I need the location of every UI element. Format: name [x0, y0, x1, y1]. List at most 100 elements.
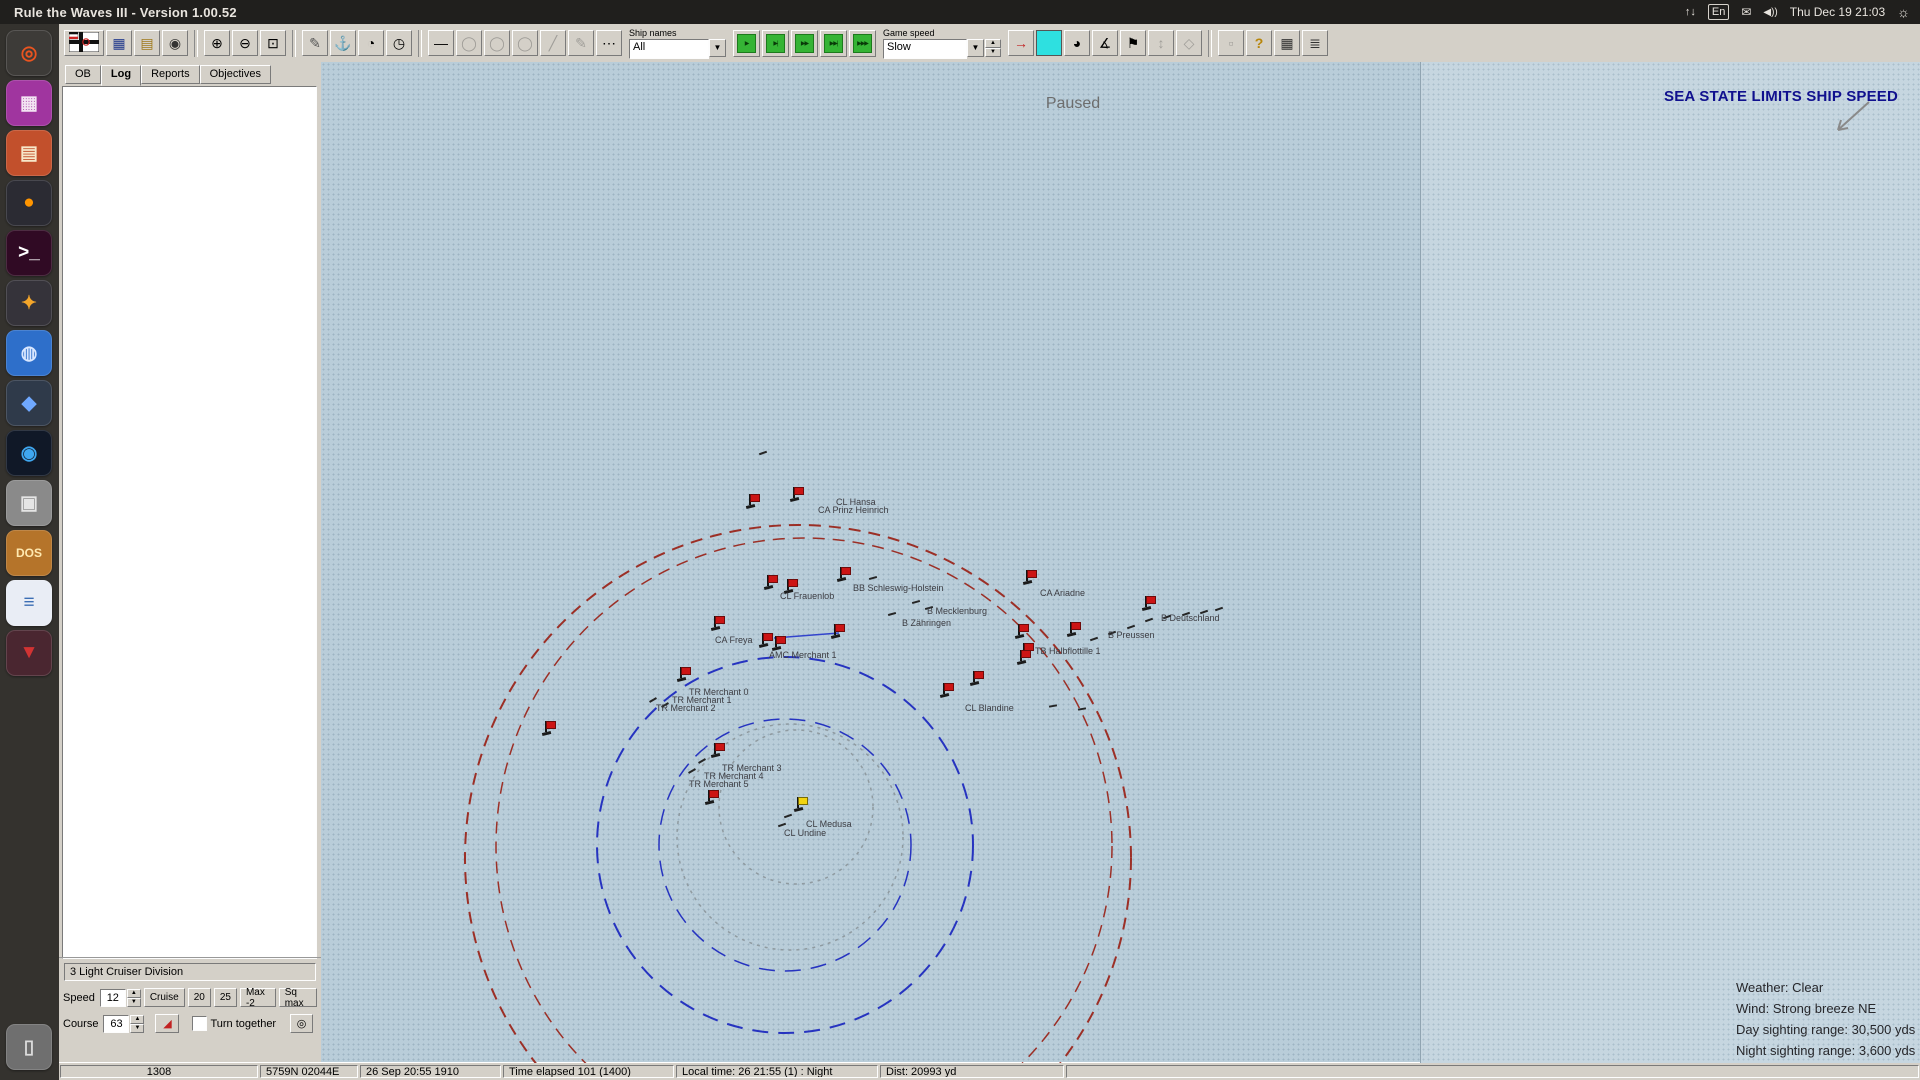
zoom-out-button[interactable]: ⊖: [232, 30, 258, 56]
speed-stepper[interactable]: 12 ▲ ▼: [99, 988, 141, 1007]
ship-red-flag[interactable]: [1070, 622, 1081, 634]
ship-red-flag[interactable]: [1026, 570, 1037, 582]
wine-icon[interactable]: ▼: [6, 630, 52, 676]
file-cabinet-icon[interactable]: ▤: [6, 130, 52, 176]
ship-red-flag[interactable]: [708, 790, 719, 802]
ship-red-flag[interactable]: [775, 636, 786, 648]
camera-button[interactable]: ◉: [162, 30, 188, 56]
speed-up-icon[interactable]: ▲: [126, 988, 141, 998]
calculator-button[interactable]: ▦: [1274, 30, 1300, 56]
chevron-down-icon[interactable]: ▼: [709, 38, 726, 57]
time-step-button-5[interactable]: ▶▶▶: [849, 29, 876, 57]
chevron-down-icon[interactable]: ▼: [967, 38, 984, 57]
sea-color-swatch[interactable]: [1036, 30, 1062, 56]
dosbox-icon[interactable]: DOS: [6, 530, 52, 576]
german-ensign-button[interactable]: [64, 30, 104, 56]
software-center-icon[interactable]: ✦: [6, 280, 52, 326]
ship-red-flag[interactable]: [793, 487, 804, 499]
game-speed-stepper[interactable]: ▲ ▼: [985, 38, 1001, 59]
course-stepper[interactable]: 63 ▲ ▼: [103, 1014, 145, 1033]
tab-objectives[interactable]: Objectives: [199, 65, 271, 84]
help-button[interactable]: ?: [1246, 30, 1272, 56]
ship-red-flag[interactable]: [680, 667, 691, 679]
tab-reports[interactable]: Reports: [141, 65, 200, 84]
ship-red-flag[interactable]: [714, 743, 725, 755]
print-button[interactable]: ≣: [1302, 30, 1328, 56]
text-editor-icon[interactable]: ≡: [6, 580, 52, 626]
course-down-icon[interactable]: ▼: [130, 1023, 145, 1033]
ship-red-flag[interactable]: [787, 579, 798, 591]
time-step-button-3[interactable]: ▶▶: [791, 29, 818, 57]
formation-button-1[interactable]: ↕: [1148, 30, 1174, 56]
ship-names-select[interactable]: All ▼: [629, 38, 726, 59]
circle-button-3[interactable]: ◯: [512, 30, 538, 56]
tab-log[interactable]: Log: [100, 65, 142, 86]
ship-red-flag[interactable]: [749, 494, 760, 506]
ship-red-flag[interactable]: [767, 575, 778, 587]
set-course-button[interactable]: ◢: [155, 1014, 180, 1033]
circle-button-2[interactable]: ◯: [484, 30, 510, 56]
advance-turn-button[interactable]: →: [1008, 30, 1034, 56]
ship-red-flag[interactable]: [1018, 624, 1029, 636]
flag-plot-button[interactable]: ⚑: [1120, 30, 1146, 56]
ship-red-flag[interactable]: [943, 683, 954, 695]
clock-button[interactable]: ◔: [358, 30, 384, 56]
mail-icon[interactable]: ✉: [1741, 5, 1751, 19]
zoom-area-button[interactable]: ⊡: [260, 30, 286, 56]
trash-icon[interactable]: ▯: [6, 1024, 52, 1070]
ship-red-flag[interactable]: [545, 721, 556, 733]
firefox-icon[interactable]: ●: [6, 180, 52, 226]
app-purple-icon[interactable]: ▦: [6, 80, 52, 126]
keyboard-indicator[interactable]: En: [1707, 4, 1730, 20]
keyring-icon[interactable]: ◉: [6, 430, 52, 476]
pencil-button[interactable]: ✎: [568, 30, 594, 56]
time-step-button-1[interactable]: ▶: [733, 29, 760, 57]
log-pad-button[interactable]: ▤: [134, 30, 160, 56]
ship-red-flag[interactable]: [762, 633, 773, 645]
minus-button[interactable]: —: [428, 30, 454, 56]
terminal-icon[interactable]: >_: [6, 230, 52, 276]
speed-down-icon[interactable]: ▼: [126, 997, 141, 1007]
dash-icon[interactable]: ◎: [6, 30, 52, 76]
protractor-button[interactable]: ∡: [1092, 30, 1118, 56]
stopwatch-button[interactable]: ◕: [1064, 30, 1090, 56]
archive-icon[interactable]: ▣: [6, 480, 52, 526]
virtualbox-icon[interactable]: ◆: [6, 380, 52, 426]
log-content[interactable]: [62, 86, 317, 959]
tab-ob[interactable]: OB: [65, 65, 101, 84]
network-arrows-icon[interactable]: ↑↓: [1685, 6, 1696, 18]
ship-red-flag[interactable]: [714, 616, 725, 628]
time-step-button-4[interactable]: ▶▶|: [820, 29, 847, 57]
ship-red-flag[interactable]: [840, 567, 851, 579]
zoom-in-button[interactable]: ⊕: [204, 30, 230, 56]
ship-red-flag[interactable]: [973, 671, 984, 683]
circle-button-1[interactable]: ◯: [456, 30, 482, 56]
ship-red-flag[interactable]: [1020, 650, 1031, 662]
line-button[interactable]: ╱: [540, 30, 566, 56]
ship-red-flag[interactable]: [834, 624, 845, 636]
ship-red-flag[interactable]: [1145, 596, 1156, 608]
clock-alt-button[interactable]: ◷: [386, 30, 412, 56]
turn-together-checkbox[interactable]: [192, 1016, 208, 1031]
speed-down-icon[interactable]: ▼: [985, 47, 1001, 57]
clock[interactable]: Thu Dec 19 21:03: [1790, 5, 1885, 19]
app-blue-swirl-icon[interactable]: ◍: [6, 330, 52, 376]
formation-button-2[interactable]: ◇: [1176, 30, 1202, 56]
division-button-max-2[interactable]: Max -2: [239, 987, 276, 1009]
speed-value[interactable]: 12: [99, 988, 126, 1007]
anchor-button[interactable]: ⚓: [330, 30, 356, 56]
time-step-button-2[interactable]: ▶|: [762, 29, 789, 57]
division-button-cruise[interactable]: Cruise: [143, 988, 185, 1007]
game-speed-value[interactable]: Slow: [883, 38, 967, 59]
session-gear-icon[interactable]: ☼: [1897, 4, 1910, 20]
dots-button[interactable]: ⋯: [596, 30, 622, 56]
measure-button[interactable]: ✎: [302, 30, 328, 56]
division-button-20[interactable]: 20: [187, 988, 211, 1007]
division-button-sq-max[interactable]: Sq max: [278, 987, 317, 1009]
map[interactable]: Paused SEA STATE LIMITS SHIP SPEED Weath…: [321, 62, 1920, 1063]
save-button[interactable]: ▦: [106, 30, 132, 56]
division-button-25[interactable]: 25: [213, 988, 237, 1007]
volume-icon[interactable]: ◀)): [1763, 7, 1777, 18]
course-up-icon[interactable]: ▲: [130, 1014, 145, 1024]
speed-up-icon[interactable]: ▲: [985, 38, 1001, 48]
